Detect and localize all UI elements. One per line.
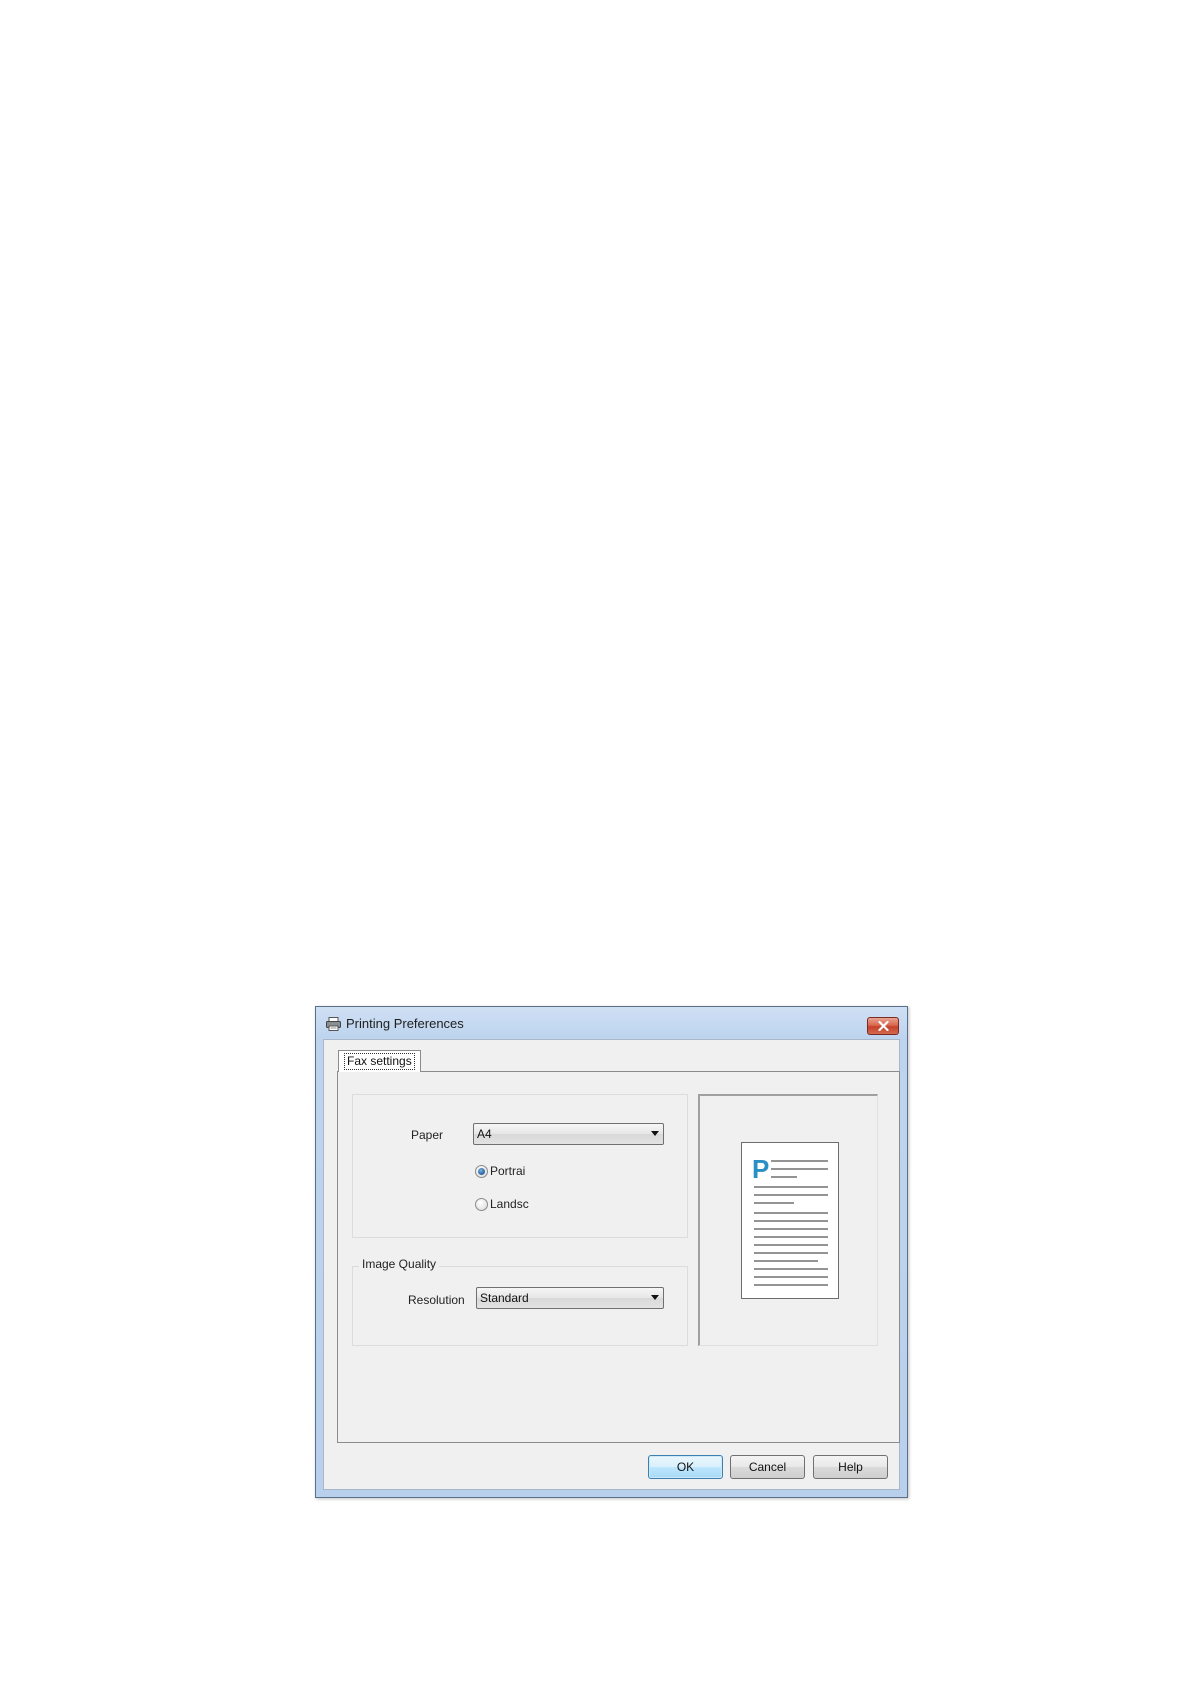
portrait-radio[interactable] xyxy=(475,1165,488,1178)
resolution-select[interactable]: Standard xyxy=(476,1287,664,1309)
close-button[interactable] xyxy=(867,1017,899,1035)
preview-letter: P xyxy=(752,1154,769,1184)
printing-preferences-dialog: Printing Preferences Fax settings Paper … xyxy=(315,1006,908,1498)
title-bar[interactable]: Printing Preferences xyxy=(316,1007,907,1039)
window-title: Printing Preferences xyxy=(346,1016,464,1031)
image-quality-group: Image Quality Resolution Standard xyxy=(352,1257,688,1346)
chevron-down-icon xyxy=(651,1295,659,1300)
fax-settings-panel: Paper A4 Portrai Landsc Image Quality Re… xyxy=(337,1071,900,1443)
dialog-client-area: Fax settings Paper A4 Portrai Landsc Ima… xyxy=(323,1039,900,1490)
chevron-down-icon xyxy=(651,1131,659,1136)
help-button[interactable]: Help xyxy=(813,1455,888,1479)
paper-select[interactable]: A4 xyxy=(473,1123,664,1145)
ok-button[interactable]: OK xyxy=(648,1455,723,1479)
page-preview: P xyxy=(698,1094,878,1346)
paper-group: Paper A4 Portrai Landsc xyxy=(352,1094,688,1238)
portrait-label: Portrai xyxy=(490,1164,526,1178)
paper-select-value: A4 xyxy=(477,1127,492,1141)
resolution-select-value: Standard xyxy=(480,1291,529,1305)
cancel-button[interactable]: Cancel xyxy=(730,1455,805,1479)
resolution-label: Resolution xyxy=(408,1293,465,1307)
paper-label: Paper xyxy=(411,1128,444,1142)
tab-label: Fax settings xyxy=(344,1053,415,1070)
tab-fax-settings[interactable]: Fax settings xyxy=(338,1050,421,1072)
landscape-radio[interactable] xyxy=(475,1198,488,1211)
preview-page-icon: P xyxy=(741,1142,839,1299)
image-quality-legend: Image Quality xyxy=(359,1257,440,1271)
printer-icon xyxy=(326,1017,341,1031)
landscape-label: Landsc xyxy=(490,1197,529,1211)
close-icon xyxy=(878,1021,889,1031)
